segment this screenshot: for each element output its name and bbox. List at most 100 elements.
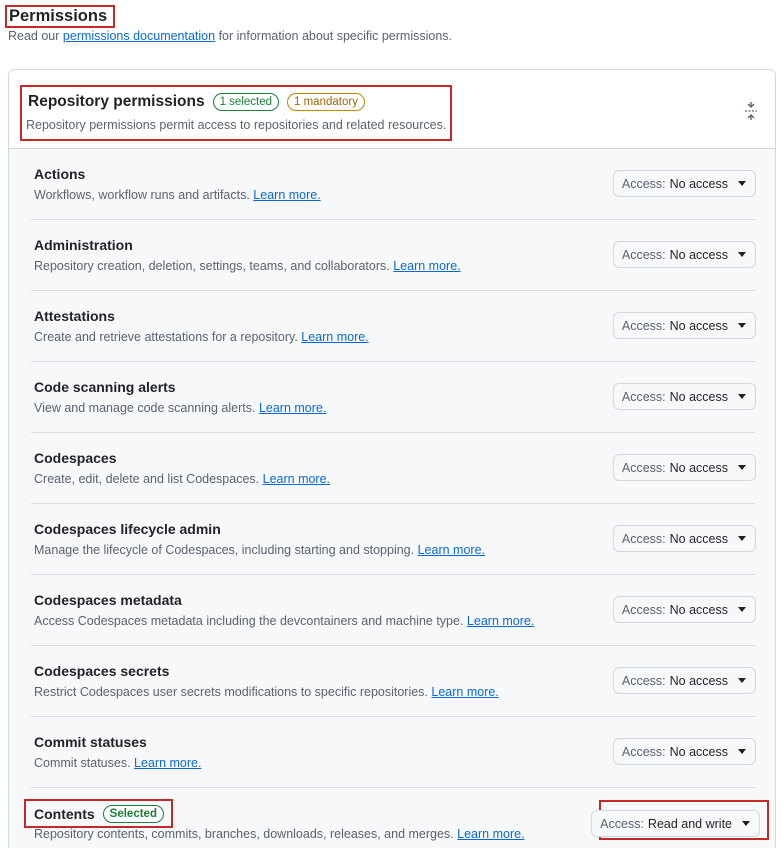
access-prefix: Access: (621, 744, 666, 759)
access-prefix: Access: (621, 531, 666, 546)
section-description: Repository permissions permit access to … (26, 118, 447, 132)
permission-name: Codespaces lifecycle admin (34, 521, 221, 537)
permission-description-text: Access Codespaces metadata including the… (34, 614, 464, 628)
permission-row-contents: Contents Selected Repository contents, c… (24, 788, 769, 848)
access-value: No access (669, 744, 728, 759)
permission-description-text: Create, edit, delete and list Codespaces… (34, 472, 260, 486)
access-value: No access (669, 531, 728, 546)
permission-description: Access Codespaces metadata including the… (34, 614, 534, 628)
access-dropdown-attestations[interactable]: Access: No access (612, 312, 756, 339)
permission-row-codespaces-metadata: Codespaces metadata Access Codespaces me… (31, 575, 756, 646)
permission-description-text: Manage the lifecycle of Codespaces, incl… (34, 543, 415, 557)
permission-name: Contents (34, 806, 95, 822)
access-prefix: Access: (621, 247, 666, 262)
intro-text: Read our permissions documentation for i… (8, 29, 452, 43)
access-value: No access (669, 602, 728, 617)
access-prefix: Access: (621, 318, 666, 333)
permission-title-row: Contents Selected (34, 805, 164, 823)
caret-down-icon (738, 323, 746, 328)
access-prefix: Access: (621, 460, 666, 475)
caret-down-icon (738, 465, 746, 470)
permission-row-administration: Administration Repository creation, dele… (31, 220, 756, 291)
permission-description-text: Repository creation, deletion, settings,… (34, 259, 390, 273)
caret-down-icon (738, 181, 746, 186)
permission-description-text: Repository contents, commits, branches, … (34, 827, 454, 841)
permission-description-text: Commit statuses. (34, 756, 131, 770)
permission-row-actions: Actions Workflows, workflow runs and art… (31, 149, 756, 220)
learn-more-link[interactable]: Learn more. (134, 756, 201, 770)
selected-badge: Selected (102, 805, 164, 823)
permission-row-codespaces-lifecycle-admin: Codespaces lifecycle admin Manage the li… (31, 504, 756, 575)
caret-down-icon (742, 821, 750, 826)
permission-description-text: Create and retrieve attestations for a r… (34, 330, 298, 344)
access-dropdown-code-scanning-alerts[interactable]: Access: No access (612, 383, 756, 410)
access-prefix: Access: (600, 816, 644, 831)
permission-name: Code scanning alerts (34, 379, 176, 395)
access-value: No access (669, 176, 728, 191)
learn-more-link[interactable]: Learn more. (253, 188, 320, 202)
intro-suffix: for information about specific permissio… (218, 29, 453, 43)
permission-name: Commit statuses (34, 734, 147, 750)
permission-name: Actions (34, 166, 86, 182)
repository-permissions-panel: Repository permissions 1 selected 1 mand… (8, 69, 776, 848)
access-dropdown-commit-statuses[interactable]: Access: No access (612, 738, 756, 765)
permission-name: Codespaces (34, 450, 117, 466)
permissions-page: Permissions Read our permissions documen… (0, 0, 782, 848)
learn-more-link[interactable]: Learn more. (259, 401, 326, 415)
access-prefix: Access: (621, 389, 666, 404)
access-value: No access (669, 673, 728, 688)
access-value: No access (669, 318, 728, 333)
permission-row-commit-statuses: Commit statuses Commit statuses. Learn m… (31, 717, 756, 788)
permission-description-text: View and manage code scanning alerts. (34, 401, 256, 415)
learn-more-link[interactable]: Learn more. (457, 827, 524, 841)
permission-description: Manage the lifecycle of Codespaces, incl… (34, 543, 485, 557)
permission-name: Codespaces secrets (34, 663, 170, 679)
caret-down-icon (738, 536, 746, 541)
permission-description: Restrict Codespaces user secrets modific… (34, 685, 499, 699)
permission-description: Create and retrieve attestations for a r… (34, 330, 369, 344)
caret-down-icon (738, 749, 746, 754)
permission-row-attestations: Attestations Create and retrieve attesta… (31, 291, 756, 362)
permission-name: Attestations (34, 308, 115, 324)
access-dropdown-administration[interactable]: Access: No access (612, 241, 756, 268)
page-title: Permissions (5, 5, 115, 28)
section-title: Repository permissions (28, 93, 205, 110)
access-prefix: Access: (621, 602, 666, 617)
fold-icon[interactable] (744, 102, 758, 120)
caret-down-icon (738, 394, 746, 399)
access-dropdown-codespaces-metadata[interactable]: Access: No access (612, 596, 756, 623)
access-value: No access (669, 389, 728, 404)
access-prefix: Access: (621, 673, 666, 688)
access-dropdown-codespaces-secrets[interactable]: Access: No access (612, 667, 756, 694)
panel-header[interactable]: Repository permissions 1 selected 1 mand… (9, 70, 775, 149)
access-dropdown-codespaces-lifecycle-admin[interactable]: Access: No access (612, 525, 756, 552)
caret-down-icon (738, 607, 746, 612)
learn-more-link[interactable]: Learn more. (263, 472, 330, 486)
mandatory-count-badge: 1 mandatory (287, 93, 365, 111)
permission-name: Administration (34, 237, 133, 253)
permission-row-codespaces-secrets: Codespaces secrets Restrict Codespaces u… (31, 646, 756, 717)
access-dropdown-codespaces[interactable]: Access: No access (612, 454, 756, 481)
permission-description-text: Workflows, workflow runs and artifacts. (34, 188, 250, 202)
selected-count-badge: 1 selected (212, 93, 280, 111)
section-title-row: Repository permissions 1 selected 1 mand… (28, 93, 365, 111)
section-header-highlight: Repository permissions 1 selected 1 mand… (20, 85, 452, 141)
learn-more-link[interactable]: Learn more. (301, 330, 368, 344)
permission-name: Codespaces metadata (34, 592, 182, 608)
permission-row-codespaces: Codespaces Create, edit, delete and list… (31, 433, 756, 504)
access-dropdown-actions[interactable]: Access: No access (612, 170, 756, 197)
permission-description: Repository contents, commits, branches, … (34, 827, 525, 841)
access-prefix: Access: (621, 176, 666, 191)
access-dropdown-contents[interactable]: Access: Read and write (591, 810, 760, 837)
permission-description: Commit statuses. Learn more. (34, 756, 201, 770)
permissions-documentation-link[interactable]: permissions documentation (63, 29, 215, 43)
access-value: Read and write (647, 816, 732, 831)
permission-description: Create, edit, delete and list Codespaces… (34, 472, 330, 486)
learn-more-link[interactable]: Learn more. (418, 543, 485, 557)
intro-prefix: Read our (8, 29, 60, 43)
permission-description-text: Restrict Codespaces user secrets modific… (34, 685, 428, 699)
permission-row-code-scanning-alerts: Code scanning alerts View and manage cod… (31, 362, 756, 433)
learn-more-link[interactable]: Learn more. (467, 614, 534, 628)
learn-more-link[interactable]: Learn more. (393, 259, 460, 273)
learn-more-link[interactable]: Learn more. (431, 685, 498, 699)
